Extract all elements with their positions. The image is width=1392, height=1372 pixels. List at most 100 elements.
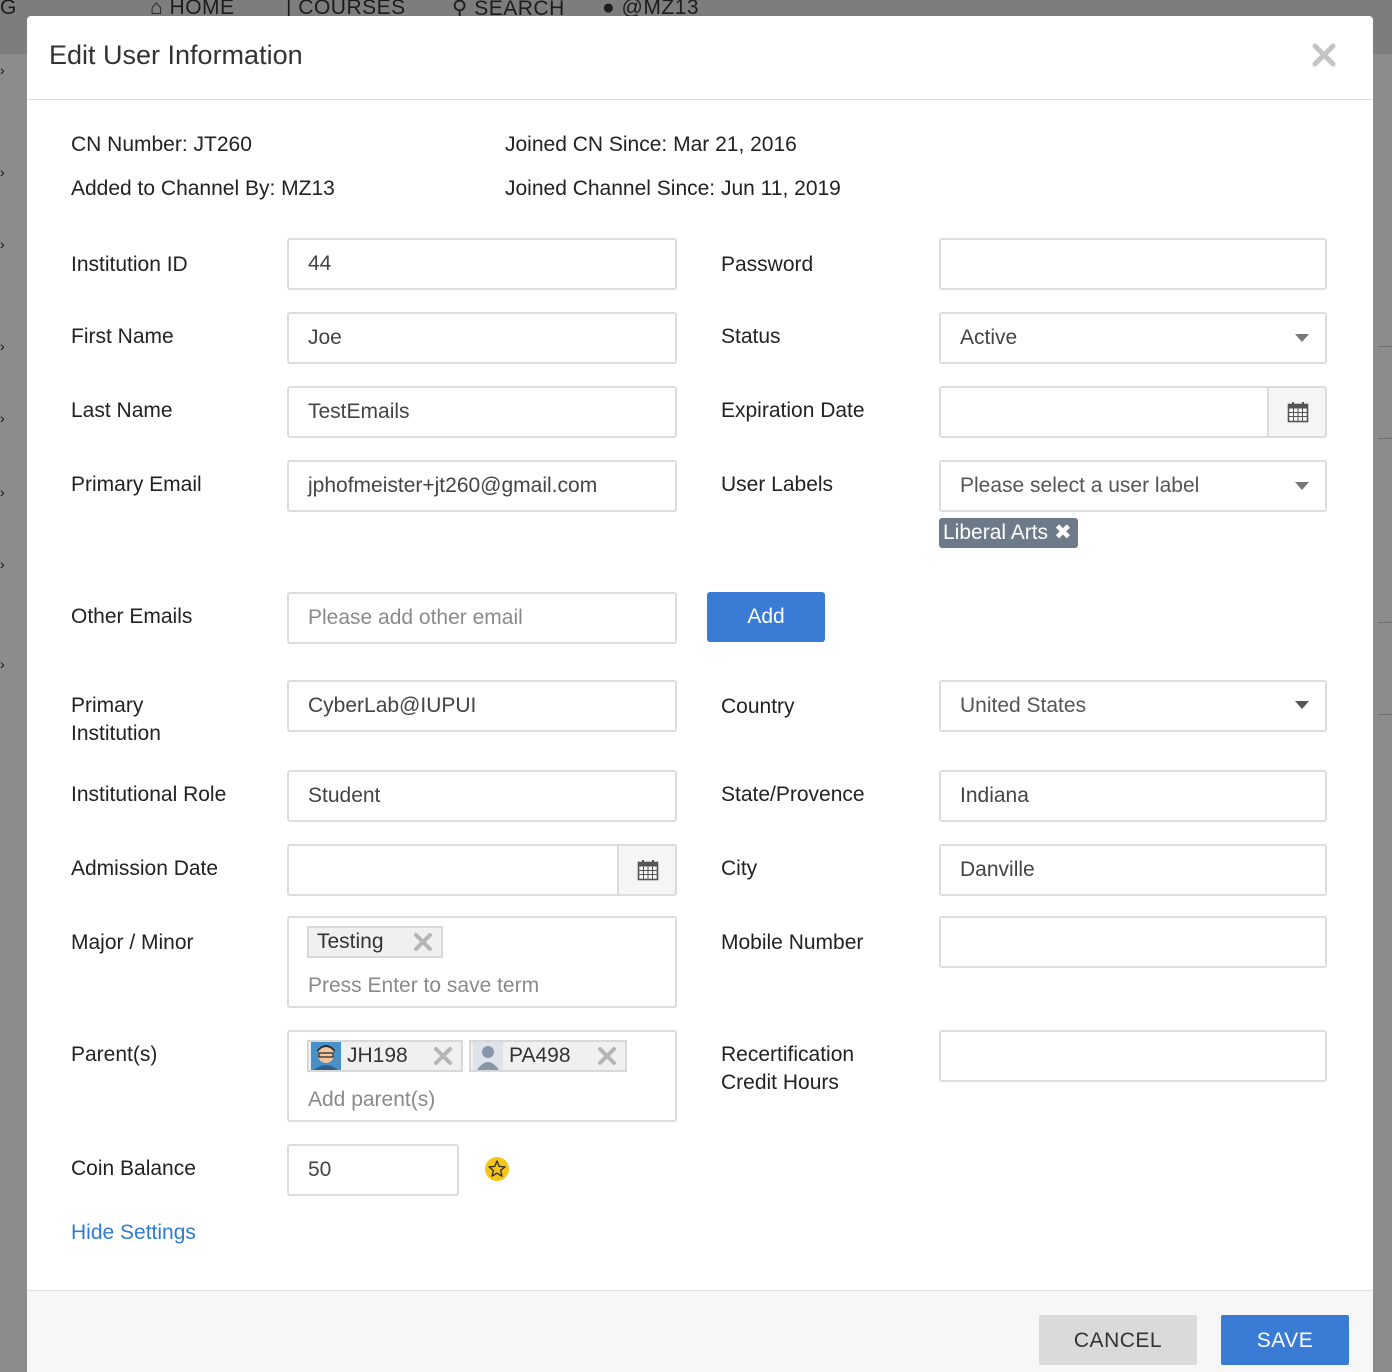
recert-hours-label: Recertification Credit Hours <box>721 1041 854 1097</box>
coin-icon <box>485 1157 509 1181</box>
first-name-label: First Name <box>71 325 174 348</box>
other-email-input[interactable]: Please add other email <box>287 592 677 644</box>
calendar-icon <box>1287 402 1309 423</box>
major-term-text: Testing <box>317 930 384 953</box>
coin-balance-input[interactable]: 50 <box>287 1144 459 1196</box>
avatar <box>311 1042 341 1070</box>
parent-name: PA498 <box>509 1044 571 1067</box>
modal-header: Edit User Information <box>27 16 1373 100</box>
expiration-date-input[interactable] <box>939 386 1327 438</box>
chevron-down-icon <box>1295 701 1309 709</box>
city-input[interactable]: Danville <box>939 844 1327 896</box>
state-label: State/Provence <box>721 783 865 806</box>
other-emails-label: Other Emails <box>71 605 193 628</box>
admission-date-label: Admission Date <box>71 857 219 880</box>
institution-id-input[interactable]: 44 <box>287 238 677 290</box>
primary-institution-input[interactable]: CyberLab@IUPUI <box>287 680 677 732</box>
user-labels-select[interactable]: Please select a user label <box>939 460 1327 512</box>
user-labels-label: User Labels <box>721 473 834 496</box>
edit-user-modal: Edit User Information CN Number: JT260 J… <box>27 16 1373 1372</box>
cn-number: CN Number: JT260 <box>71 133 252 156</box>
last-name-input[interactable]: TestEmails <box>287 386 677 438</box>
admission-calendar-button[interactable] <box>617 846 675 894</box>
add-email-button[interactable]: Add <box>707 592 825 642</box>
primary-email-input[interactable]: jphofmeister+jt260@gmail.com <box>287 460 677 512</box>
major-term-chip: Testing <box>307 926 443 958</box>
primary-institution-label-line1: Primary <box>71 694 144 717</box>
major-minor-label: Major / Minor <box>71 931 194 954</box>
mobile-number-input[interactable] <box>939 916 1327 968</box>
coin-balance-label: Coin Balance <box>71 1157 196 1180</box>
user-label-tag-text: Liberal Arts <box>943 521 1049 544</box>
parents-field[interactable]: JH198 PA498 Add parent(s) <box>287 1030 677 1122</box>
joined-cn-since: Joined CN Since: Mar 21, 2016 <box>505 133 797 156</box>
expiration-calendar-button[interactable] <box>1267 388 1325 436</box>
bg-nav-fragment: G <box>0 0 17 19</box>
chevron-right-icon: › <box>0 484 5 500</box>
save-button[interactable]: SAVE <box>1221 1315 1349 1365</box>
expiration-date-value <box>941 400 960 423</box>
chevron-down-icon <box>1295 334 1309 342</box>
admission-date-input[interactable] <box>287 844 677 896</box>
background-right-strip <box>1373 54 1392 1372</box>
parent-name: JH198 <box>347 1044 408 1067</box>
cancel-button[interactable]: CANCEL <box>1039 1315 1197 1365</box>
bg-divider <box>1378 714 1392 715</box>
chevron-right-icon: › <box>0 656 5 672</box>
major-minor-placeholder: Press Enter to save term <box>308 974 540 997</box>
parents-label: Parent(s) <box>71 1043 158 1066</box>
chevron-right-icon: › <box>0 338 5 354</box>
chevron-right-icon: › <box>0 410 5 426</box>
parent-chip: PA498 <box>469 1040 627 1072</box>
state-input[interactable]: Indiana <box>939 770 1327 822</box>
chevron-right-icon: › <box>0 236 5 252</box>
status-value: Active <box>960 326 1018 349</box>
status-select[interactable]: Active <box>939 312 1327 364</box>
country-value: United States <box>960 694 1087 717</box>
recert-hours-input[interactable] <box>939 1030 1327 1082</box>
chevron-right-icon: › <box>0 164 5 180</box>
recert-hours-label-line1: Recertification <box>721 1043 855 1066</box>
chevron-down-icon <box>1295 482 1309 490</box>
remove-parent-icon[interactable] <box>433 1046 453 1066</box>
chevron-right-icon: › <box>0 556 5 572</box>
modal-footer: CANCEL SAVE <box>27 1290 1373 1372</box>
institution-id-label: Institution ID <box>71 253 188 276</box>
primary-institution-label-line2: Institution <box>71 722 161 745</box>
user-labels-placeholder: Please select a user label <box>960 474 1200 497</box>
remove-term-icon[interactable] <box>413 932 433 952</box>
hide-settings-link[interactable]: Hide Settings <box>71 1219 196 1247</box>
bg-divider <box>1378 346 1392 347</box>
first-name-input[interactable]: Joe <box>287 312 677 364</box>
admission-date-value <box>289 858 308 881</box>
city-label: City <box>721 857 758 880</box>
bg-divider <box>1378 438 1392 439</box>
parent-chip: JH198 <box>307 1040 463 1072</box>
institutional-role-input[interactable]: Student <box>287 770 677 822</box>
password-input[interactable] <box>939 238 1327 290</box>
mobile-number-label: Mobile Number <box>721 931 864 954</box>
primary-institution-label: Primary Institution <box>71 692 161 748</box>
country-label: Country <box>721 695 795 718</box>
recert-hours-label-line2: Credit Hours <box>721 1071 839 1094</box>
last-name-label: Last Name <box>71 399 173 422</box>
remove-parent-icon[interactable] <box>597 1046 617 1066</box>
major-minor-field[interactable]: Testing Press Enter to save term <box>287 916 677 1008</box>
remove-tag-icon[interactable]: ✖ <box>1054 521 1072 544</box>
status-label: Status <box>721 325 781 348</box>
parents-placeholder: Add parent(s) <box>308 1088 436 1111</box>
added-to-channel-by: Added to Channel By: MZ13 <box>71 177 335 200</box>
close-icon[interactable] <box>1309 40 1339 70</box>
calendar-icon <box>637 860 659 881</box>
user-label-tag: Liberal Arts ✖ <box>939 518 1078 548</box>
expiration-date-label: Expiration Date <box>721 399 865 422</box>
institutional-role-label: Institutional Role <box>71 783 227 806</box>
avatar <box>473 1042 503 1070</box>
password-label: Password <box>721 253 814 276</box>
chevron-right-icon: › <box>0 62 5 78</box>
country-select[interactable]: United States <box>939 680 1327 732</box>
modal-title: Edit User Information <box>49 40 303 70</box>
joined-channel-since: Joined Channel Since: Jun 11, 2019 <box>505 177 841 200</box>
background-left-strip: › › › › › › › › <box>0 54 27 1372</box>
bg-divider <box>1378 622 1392 623</box>
